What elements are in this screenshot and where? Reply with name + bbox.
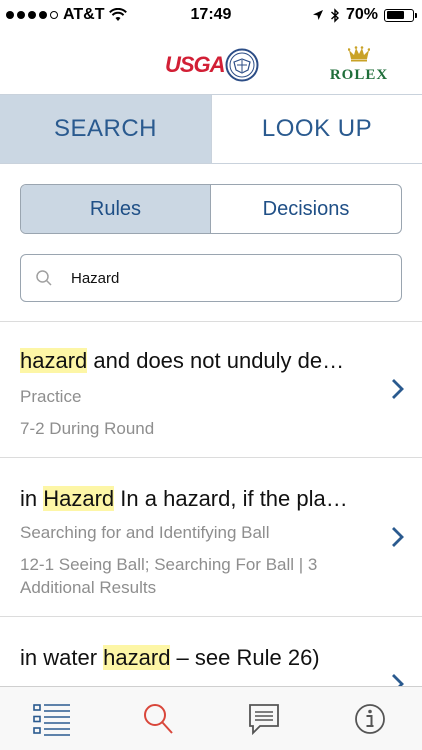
status-bar: AT&T 17:49 70% (0, 0, 422, 30)
result-detail: 7-2 During Round (20, 419, 155, 438)
usga-seal-icon (225, 48, 259, 82)
rolex-logo: ROLEX (326, 46, 392, 84)
result-subtitle: Searching for and Identifying Ball (20, 523, 270, 542)
result-title: in Hazard In a hazard, if the pla… (20, 486, 348, 511)
segment-decisions[interactable]: Decisions (211, 185, 401, 233)
result-title-highlight: hazard (103, 645, 171, 670)
chevron-right-icon (392, 674, 404, 686)
search-input[interactable]: Hazard (20, 254, 402, 302)
chevron-right-icon (392, 379, 404, 399)
usga-wordmark: USGA (165, 52, 226, 77)
tab-look-up[interactable]: LOOK UP (211, 95, 422, 163)
result-title: in water hazard – see Rule 26) (20, 645, 320, 670)
tab-search[interactable]: SEARCH (0, 95, 211, 163)
result-subtitle: Practice (20, 387, 82, 406)
result-title-highlight: hazard (20, 348, 88, 373)
battery-percent: 70% (345, 6, 378, 23)
rolex-crown-icon (347, 46, 371, 62)
result-item[interactable]: in water hazard – see Rule 26) (0, 617, 422, 686)
list-icon[interactable] (32, 701, 72, 737)
battery-fill (386, 11, 404, 19)
rolex-wordmark: ROLEX (329, 67, 389, 83)
rules-decisions-segmented-control: Rules Decisions (20, 184, 402, 234)
result-title: hazard and does not unduly de… (20, 348, 345, 373)
result-detail: 12-1 Seeing Ball; Searching For Ball | 3… (20, 555, 318, 597)
result-title-highlight: Hazard (43, 486, 115, 511)
result-item[interactable]: hazard and does not unduly de… Practice … (0, 322, 422, 457)
info-icon[interactable] (350, 701, 390, 737)
search-tab-icon[interactable] (138, 701, 178, 737)
search-query-text: Hazard (71, 269, 120, 287)
main-tabs: SEARCH LOOK UP (0, 94, 422, 164)
chat-icon[interactable] (244, 701, 284, 737)
logo-row: USGA ROLEX (0, 42, 422, 90)
search-icon (36, 270, 52, 286)
bottom-tab-bar (0, 686, 422, 750)
status-right: 70% (312, 6, 417, 24)
battery-icon (384, 8, 417, 22)
result-item[interactable]: in Hazard In a hazard, if the pla… Searc… (0, 458, 422, 616)
location-arrow-icon (312, 10, 323, 20)
bluetooth-icon (330, 7, 339, 23)
usga-logo: USGA (165, 48, 259, 82)
chevron-right-icon (392, 527, 404, 547)
segment-rules[interactable]: Rules (21, 185, 211, 233)
